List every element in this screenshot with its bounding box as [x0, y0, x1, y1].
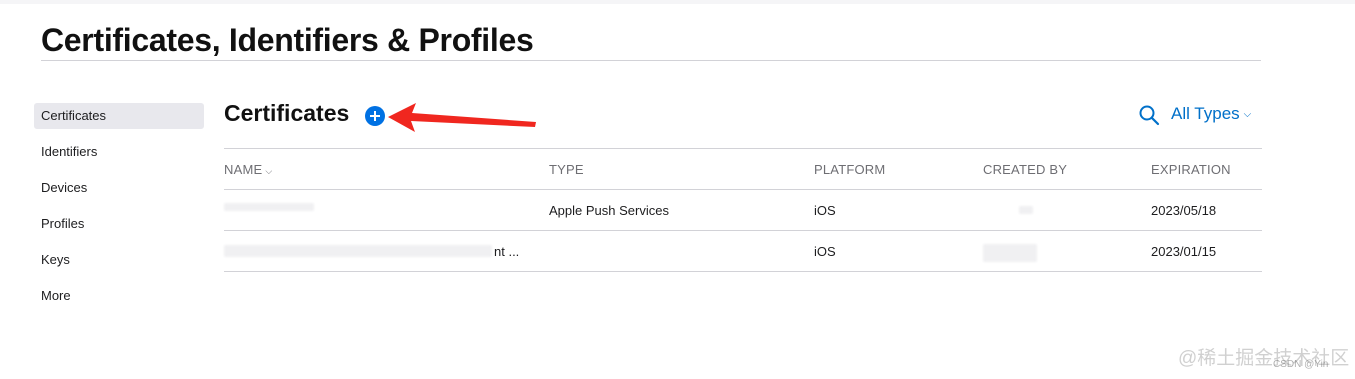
sidebar-item-identifiers[interactable]: Identifiers [34, 139, 204, 165]
redacted-creator [983, 244, 1037, 262]
column-header-platform[interactable]: PLATFORM [814, 162, 885, 177]
column-header-name[interactable]: NAME ⌵ [224, 162, 272, 177]
redacted-name [224, 245, 492, 257]
top-band [0, 0, 1355, 4]
add-certificate-button[interactable] [365, 106, 385, 126]
page-title: Certificates, Identifiers & Profiles [41, 22, 534, 58]
cell-name: nt ... [494, 244, 520, 259]
search-icon[interactable] [1138, 104, 1160, 126]
redacted-creator [1019, 206, 1033, 214]
header-divider [224, 189, 1262, 190]
sidebar-item-more[interactable]: More [34, 283, 204, 309]
title-divider [41, 60, 1261, 61]
chevron-down-icon: ⌵ [265, 166, 273, 176]
table-top-divider [224, 148, 1262, 149]
filter-label: All Types [1171, 104, 1240, 123]
column-header-created-by[interactable]: CREATED BY [983, 162, 1067, 177]
red-arrow-annotation [388, 103, 536, 132]
sidebar-item-devices[interactable]: Devices [34, 175, 204, 201]
column-header-expiration[interactable]: EXPIRATION [1151, 162, 1231, 177]
type-filter-dropdown[interactable]: All Types ⌵ [1171, 104, 1251, 124]
column-header-type[interactable]: TYPE [549, 162, 584, 177]
sidebar-item-keys[interactable]: Keys [34, 247, 204, 273]
cell-type: Apple Push Services [549, 203, 669, 218]
chevron-down-icon: ⌵ [1243, 109, 1252, 120]
sidebar: Certificates Identifiers Devices Profile… [34, 103, 204, 319]
cell-platform: iOS [814, 203, 836, 218]
cell-expiration: 2023/01/15 [1151, 244, 1217, 259]
sidebar-item-certificates[interactable]: Certificates [34, 103, 204, 129]
row-divider [224, 230, 1262, 231]
redacted-name [224, 203, 314, 211]
section-title: Certificates [224, 100, 350, 126]
sidebar-item-profiles[interactable]: Profiles [34, 211, 204, 237]
cell-expiration: 2023/05/18 [1151, 203, 1217, 218]
watermark-csdn: CSDN @Yin [1273, 359, 1329, 370]
cell-platform: iOS [814, 244, 836, 259]
row-divider [224, 271, 1262, 272]
